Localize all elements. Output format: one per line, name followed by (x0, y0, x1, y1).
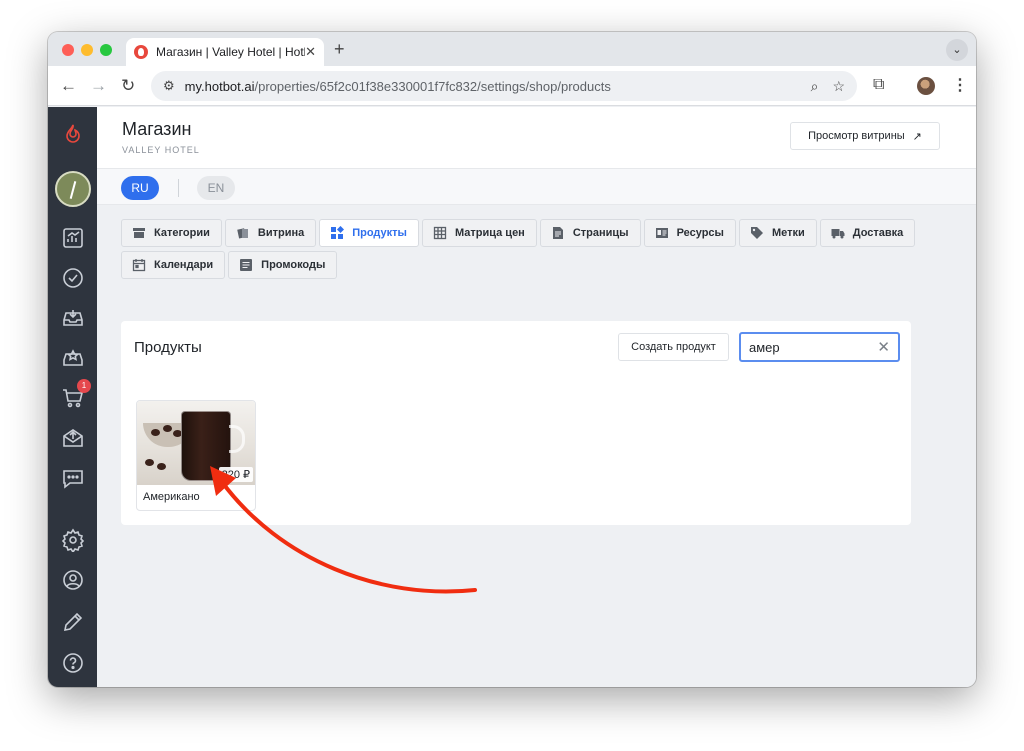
tab-bar: Магазин | Valley Hotel | Hotbot ✕ + ⌄ (48, 32, 976, 66)
reviews-star-tray-icon[interactable] (60, 345, 86, 371)
page-title: Магазин (122, 119, 192, 139)
bookmark-star-icon[interactable]: ☆ (832, 78, 845, 95)
user-profile-icon[interactable] (60, 567, 86, 593)
reload-icon[interactable]: ↻ (121, 76, 135, 96)
product-card[interactable]: 220 ₽ Американо (136, 400, 256, 511)
maximize-window-button[interactable] (100, 44, 112, 56)
tab-label: Календари (154, 259, 214, 271)
language-switcher: RU EN (97, 169, 976, 205)
tab-products[interactable]: Продукты (319, 219, 419, 247)
browser-window: Магазин | Valley Hotel | Hotbot ✕ + ⌄ ← … (48, 32, 976, 687)
new-tab-button[interactable]: + (334, 39, 345, 60)
language-en-button[interactable]: EN (197, 176, 235, 200)
language-ru-button[interactable]: RU (121, 176, 159, 200)
url-text: my.hotbot.ai/properties/65f2c01f38e33000… (185, 79, 611, 94)
shop-tabs: Категории Витрина Продукты Матрица цен С… (121, 219, 921, 283)
page-header: Магазин VALLEY HOTEL Просмотр витрины ↗ (97, 107, 976, 169)
zoom-icon[interactable]: ⌕ (811, 78, 819, 95)
tasks-check-icon[interactable] (60, 265, 86, 291)
tab-label: Матрица цен (454, 227, 525, 239)
property-avatar[interactable] (55, 171, 91, 207)
address-bar[interactable]: ⚙ my.hotbot.ai/properties/65f2c01f38e330… (151, 71, 857, 101)
tab-label: Витрина (257, 227, 305, 239)
product-search: ✕ (739, 332, 900, 362)
main-content: Магазин VALLEY HOTEL Просмотр витрины ↗ … (97, 107, 976, 687)
tag-icon (750, 226, 764, 240)
browser-tab[interactable]: Магазин | Valley Hotel | Hotbot ✕ (126, 38, 324, 66)
product-name: Американо (143, 491, 200, 503)
inbox-download-icon[interactable] (60, 305, 86, 331)
profile-avatar[interactable] (917, 77, 935, 95)
settings-gear-icon[interactable] (60, 527, 86, 553)
page-subtitle: VALLEY HOTEL (122, 145, 200, 155)
tab-pages[interactable]: Страницы (539, 219, 641, 247)
extensions-puzzle-icon[interactable]: ⧉ (873, 76, 884, 94)
create-product-button[interactable]: Создать продукт (618, 333, 729, 361)
tab-calendars[interactable]: Календари (121, 251, 226, 279)
hotbot-flame-logo-icon[interactable] (60, 121, 86, 147)
product-price: 220 ₽ (218, 467, 253, 482)
mail-send-icon[interactable] (60, 425, 86, 451)
tab-price-matrix[interactable]: Матрица цен (421, 219, 537, 247)
browser-toolbar: ← → ↻ ⚙ my.hotbot.ai/properties/65f2c01f… (48, 66, 976, 106)
app-sidebar: 1 (48, 107, 97, 687)
url-host: my.hotbot.ai (184, 78, 255, 94)
edit-pencil-icon[interactable] (60, 609, 86, 635)
tab-label: Ресурсы (676, 227, 724, 239)
view-storefront-button[interactable]: Просмотр витрины ↗ (790, 122, 940, 150)
mug-handle (229, 425, 245, 453)
products-title: Продукты (134, 339, 202, 356)
tab-label: Доставка (852, 227, 904, 239)
shop-tabs-row-2: Календари Промокоды (121, 251, 921, 279)
id-card-icon (655, 226, 669, 240)
back-arrow-icon[interactable]: ← (60, 76, 77, 96)
hotbot-favicon-icon (134, 45, 148, 59)
language-divider (178, 179, 179, 197)
tab-tags[interactable]: Метки (738, 219, 817, 247)
site-settings-icon[interactable]: ⚙ (163, 78, 175, 94)
tab-categories[interactable]: Категории (121, 219, 222, 247)
calendar-icon (132, 258, 146, 272)
external-arrow-icon: ↗ (912, 130, 922, 143)
coffee-bean (157, 463, 166, 470)
coffee-bean (145, 459, 154, 466)
analytics-chart-icon[interactable] (60, 225, 86, 251)
coffee-bean (163, 425, 172, 432)
cart-badge: 1 (77, 379, 91, 393)
browser-menu-icon[interactable]: ⋮ (952, 75, 968, 95)
tab-label: Промокоды (261, 259, 326, 271)
shop-tabs-row-1: Категории Витрина Продукты Матрица цен С… (121, 219, 921, 247)
tab-label: Продукты (352, 227, 407, 239)
tab-title: Магазин | Valley Hotel | Hotbot (156, 45, 306, 59)
forward-arrow-icon[interactable]: → (90, 76, 107, 96)
view-storefront-label: Просмотр витрины (808, 130, 905, 142)
tab-label: Метки (771, 227, 805, 239)
search-input[interactable] (749, 339, 869, 355)
products-panel: Продукты Создать продукт ✕ 220 ₽ (121, 321, 911, 525)
tab-resources[interactable]: Ресурсы (643, 219, 736, 247)
tab-label: Категории (154, 227, 210, 239)
help-question-icon[interactable] (60, 650, 86, 676)
minimize-window-button[interactable] (81, 44, 93, 56)
url-path: /properties/65f2c01f38e330001f7fc832/set… (254, 78, 611, 94)
coffee-bean (151, 429, 160, 436)
store-icon (132, 226, 146, 240)
tab-label: Страницы (572, 227, 629, 239)
list-icon (239, 258, 253, 272)
tab-storefront[interactable]: Витрина (224, 219, 317, 247)
tab-close-icon[interactable]: ✕ (305, 44, 316, 60)
truck-icon (831, 226, 845, 240)
tab-delivery[interactable]: Доставка (819, 219, 916, 247)
product-image: 220 ₽ (137, 401, 255, 485)
tab-promo-codes[interactable]: Промокоды (228, 251, 338, 279)
page-icon (551, 226, 565, 240)
clear-search-icon[interactable]: ✕ (877, 338, 890, 356)
tab-search-chevron-icon[interactable]: ⌄ (946, 39, 968, 61)
grid-icon (330, 226, 345, 240)
table-icon (433, 226, 447, 240)
close-window-button[interactable] (62, 44, 74, 56)
chat-bubble-icon[interactable] (60, 465, 86, 491)
cards-icon (236, 226, 250, 240)
